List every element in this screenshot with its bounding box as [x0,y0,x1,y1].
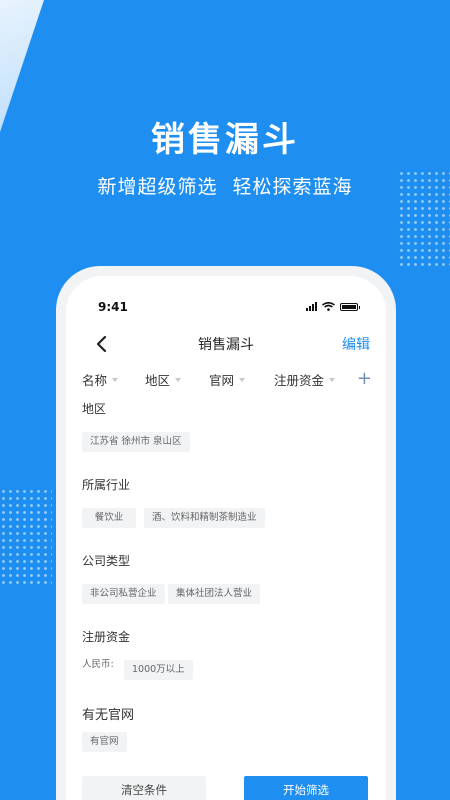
section-label-industry: 所属行业 [82,478,131,492]
filter-label: 注册资金 [274,373,325,388]
section-label-company-type: 公司类型 [82,554,131,568]
page-title: 销售漏斗 [198,337,254,353]
tag-website[interactable]: 有官网 [82,732,127,752]
wifi-icon [322,302,335,311]
section-label-capital: 注册资金 [82,630,131,644]
section-label-region: 地区 [82,402,107,416]
phone-screen: 9:41 销售漏斗 编辑 名称 地区 官网 注册资金 + 地区 江苏省 徐州市 … [66,276,386,800]
filter-label: 官网 [209,373,235,388]
tag-industry[interactable]: 餐饮业 [82,508,136,528]
cellular-signal-icon [306,302,317,311]
filter-bar: 名称 地区 官网 注册资金 + [82,368,372,390]
hero-subtitle: 新增超级筛选 轻松探索蓝海 [97,176,353,198]
add-filter-icon[interactable]: + [357,368,372,389]
start-filter-button[interactable]: 开始筛选 [244,776,368,800]
filter-label: 名称 [82,373,108,388]
status-time: 9:41 [98,300,128,314]
caret-down-icon [329,378,336,382]
filter-website-dropdown[interactable]: 官网 [209,370,246,389]
battery-icon [340,302,360,311]
phone-mockup: 9:41 销售漏斗 编辑 名称 地区 官网 注册资金 + 地区 江苏省 徐州市 … [56,266,396,800]
filter-name-dropdown[interactable]: 名称 [82,370,119,389]
filter-capital-dropdown[interactable]: 注册资金 [274,370,336,389]
status-icons [306,302,360,311]
section-label-website: 有无官网 [82,708,135,723]
nav-bar: 销售漏斗 编辑 [66,332,386,356]
status-bar: 9:41 [66,300,386,316]
caret-down-icon [175,378,182,382]
tag-company-type[interactable]: 非公司私营企业 [82,584,165,604]
clear-conditions-button[interactable]: 清空条件 [82,776,206,800]
filter-label: 地区 [145,373,171,388]
tag-industry[interactable]: 酒、饮料和精制茶制造业 [144,508,265,528]
tag-company-type[interactable]: 集体社团法人营业 [168,584,261,604]
caret-down-icon [239,378,246,382]
decorative-dot-grid [0,488,52,584]
tag-capital[interactable]: 1000万以上 [124,660,193,680]
currency-label: 人民币: [82,659,114,670]
filter-region-dropdown[interactable]: 地区 [145,370,182,389]
hero-title: 销售漏斗 [151,120,299,160]
edit-button[interactable]: 编辑 [342,334,370,354]
tag-region[interactable]: 江苏省 徐州市 泉山区 [82,432,190,452]
caret-down-icon [112,378,119,382]
